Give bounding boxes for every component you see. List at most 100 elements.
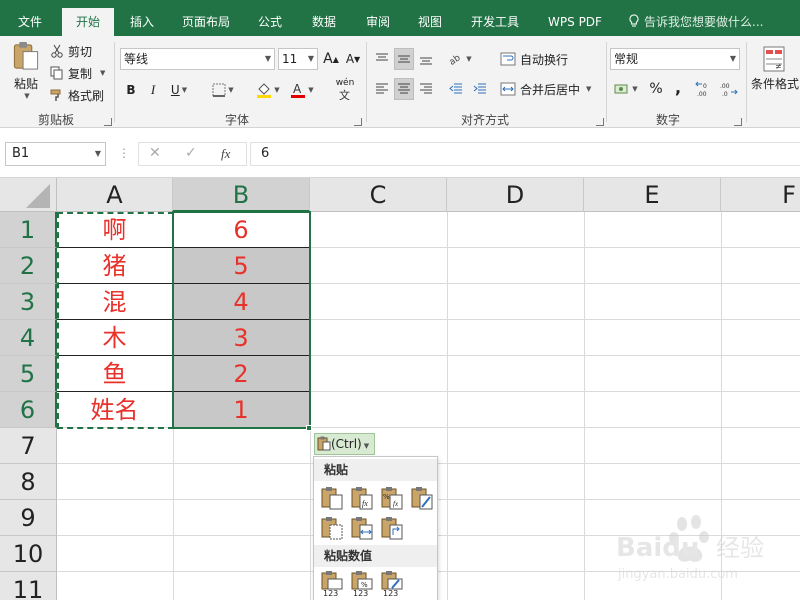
italic-button[interactable]: I: [144, 80, 162, 100]
column-header-b[interactable]: B: [173, 178, 310, 212]
tell-me-search[interactable]: 告诉我您想要做什么...: [628, 8, 763, 36]
formula-bar: B1 ▼ ⋮ ✕ ✓ fx 6: [0, 128, 800, 178]
cell-b6[interactable]: 1: [173, 392, 310, 428]
align-top-button[interactable]: [372, 48, 392, 70]
tab-wps-pdf[interactable]: WPS PDF: [540, 8, 610, 36]
name-box[interactable]: B1 ▼: [5, 142, 106, 166]
row-header-8[interactable]: 8: [0, 464, 57, 500]
paste-formulas-icon[interactable]: fx: [350, 485, 376, 511]
tab-review[interactable]: 审阅: [356, 8, 400, 36]
copy-button[interactable]: 复制 ▼: [50, 64, 105, 82]
increase-indent-button[interactable]: [470, 78, 490, 100]
paste-values-number-format-icon[interactable]: % 123: [350, 571, 376, 598]
column-header-f[interactable]: F: [721, 178, 800, 212]
accounting-format-button[interactable]: ▼: [610, 78, 642, 100]
row-header-4[interactable]: 4: [0, 320, 57, 356]
formula-bar-grip-icon[interactable]: ⋮: [118, 146, 130, 160]
cell-b2[interactable]: 5: [173, 248, 310, 284]
cell-a1[interactable]: 啊: [57, 212, 173, 248]
fill-color-button[interactable]: ▼: [252, 80, 284, 100]
cell-b3[interactable]: 4: [173, 284, 310, 320]
increase-decimal-button[interactable]: 0.00: [694, 78, 716, 100]
column-header-e[interactable]: E: [584, 178, 721, 212]
paste-transpose-icon[interactable]: [380, 515, 406, 541]
align-left-button[interactable]: [372, 78, 392, 100]
row-header-10[interactable]: 10: [0, 536, 57, 572]
select-all-corner[interactable]: [0, 178, 57, 212]
baidu-jingyan-watermark: Baidu 经验 jingyan.baidu.com: [612, 510, 792, 590]
paste-formulas-number-format-icon[interactable]: % fx: [380, 485, 406, 511]
paste-all-icon[interactable]: [320, 485, 346, 511]
conditional-format-button[interactable]: ≠ 条件格式: [750, 40, 800, 96]
alignment-launcher-icon[interactable]: [596, 118, 604, 126]
paste-button[interactable]: 粘贴 ▼: [6, 40, 46, 100]
tab-home[interactable]: 开始: [62, 8, 114, 36]
column-header-c[interactable]: C: [310, 178, 447, 212]
tab-page-layout[interactable]: 页面布局: [174, 8, 238, 36]
wrap-text-button[interactable]: 自动换行: [500, 48, 568, 70]
border-button[interactable]: ▼: [208, 80, 238, 100]
percent-button[interactable]: %: [646, 78, 666, 100]
font-size-combo[interactable]: 11 ▼: [278, 48, 318, 70]
paste-no-borders-icon[interactable]: [320, 515, 346, 541]
cell-a2[interactable]: 猪: [57, 248, 173, 284]
cell-b5[interactable]: 2: [173, 356, 310, 392]
grow-font-button[interactable]: A ▲: [322, 50, 340, 68]
row-header-1[interactable]: 1: [0, 212, 57, 248]
shrink-font-button[interactable]: A ▼: [344, 50, 362, 68]
cell-b4[interactable]: 3: [173, 320, 310, 356]
align-bottom-button[interactable]: [416, 48, 436, 70]
currency-icon: [614, 84, 628, 94]
cell-a5[interactable]: 鱼: [57, 356, 173, 392]
cell-a6[interactable]: 姓名: [57, 392, 173, 428]
row-header-3[interactable]: 3: [0, 284, 57, 320]
column-header-d[interactable]: D: [447, 178, 584, 212]
font-name-combo[interactable]: 等线 ▼: [120, 48, 275, 70]
cell-b1[interactable]: 6: [173, 212, 310, 248]
decrease-indent-button[interactable]: [446, 78, 466, 100]
row-header-11[interactable]: 11: [0, 572, 57, 600]
insert-function-icon[interactable]: fx: [221, 146, 230, 162]
decrease-decimal-button[interactable]: .00.0: [718, 78, 740, 100]
row-header-9[interactable]: 9: [0, 500, 57, 536]
paste-keep-column-width-icon[interactable]: [350, 515, 376, 541]
number-format-combo[interactable]: 常规 ▼: [610, 48, 740, 70]
fill-handle[interactable]: [306, 425, 312, 431]
tab-formulas[interactable]: 公式: [248, 8, 292, 36]
merge-center-button[interactable]: 合并后居中 ▼: [500, 78, 591, 100]
paste-values-icon[interactable]: 123: [320, 571, 346, 598]
font-launcher-icon[interactable]: [354, 118, 362, 126]
row-header-7[interactable]: 7: [0, 428, 57, 464]
cell-a3[interactable]: 混: [57, 284, 173, 320]
cell-a4[interactable]: 木: [57, 320, 173, 356]
bold-button[interactable]: B: [122, 80, 140, 100]
paste-options-button[interactable]: (Ctrl) ▼: [314, 433, 375, 455]
formula-input[interactable]: 6: [250, 142, 800, 166]
align-right-button[interactable]: [416, 78, 436, 100]
orientation-button[interactable]: ab ▼: [446, 48, 474, 70]
tab-insert[interactable]: 插入: [120, 8, 164, 36]
tab-file[interactable]: 文件: [8, 8, 52, 36]
format-painter-button[interactable]: 格式刷: [50, 86, 104, 104]
underline-button[interactable]: U ▼: [166, 80, 192, 100]
tab-developer[interactable]: 开发工具: [462, 8, 528, 36]
cancel-icon[interactable]: ✕: [149, 145, 161, 161]
tab-data[interactable]: 数据: [302, 8, 346, 36]
cut-button[interactable]: 剪切: [50, 42, 92, 60]
row-header-2[interactable]: 2: [0, 248, 57, 284]
enter-icon[interactable]: ✓: [185, 145, 197, 161]
align-middle-button[interactable]: [394, 48, 414, 70]
comma-button[interactable]: ,: [670, 76, 686, 98]
row-header-5[interactable]: 5: [0, 356, 57, 392]
number-launcher-icon[interactable]: [734, 118, 742, 126]
clipboard-launcher-icon[interactable]: [104, 118, 112, 126]
column-header-a[interactable]: A: [57, 178, 173, 212]
paste-keep-source-format-icon[interactable]: [410, 485, 436, 511]
phonetic-button[interactable]: wén 文: [328, 78, 362, 100]
paste-values-source-format-icon[interactable]: 123: [380, 571, 406, 598]
row-header-6[interactable]: 6: [0, 392, 57, 428]
font-color-button[interactable]: A ▼: [286, 80, 318, 100]
tab-view[interactable]: 视图: [408, 8, 452, 36]
align-center-button[interactable]: [394, 78, 414, 100]
paste-values-pct: %: [361, 581, 368, 589]
